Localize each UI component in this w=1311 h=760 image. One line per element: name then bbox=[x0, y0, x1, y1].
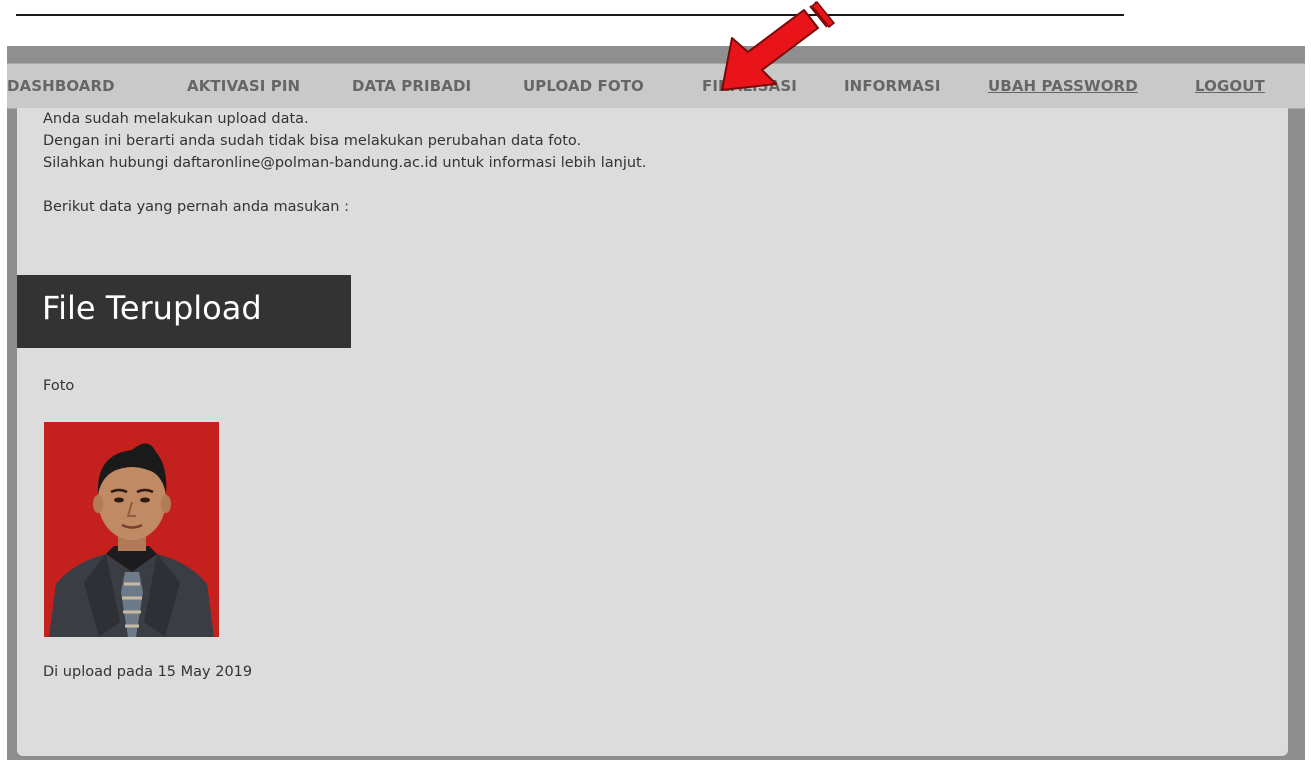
foto-label: Foto bbox=[43, 378, 75, 394]
main-nav: DASHBOARD AKTIVASI PIN DATA PRIBADI UPLO… bbox=[7, 63, 1305, 109]
nav-informasi[interactable]: INFORMASI bbox=[844, 64, 941, 108]
nav-upload-foto[interactable]: UPLOAD FOTO bbox=[523, 64, 644, 108]
nav-dashboard[interactable]: DASHBOARD bbox=[7, 64, 115, 108]
intro-line: Dengan ini berarti anda sudah tidak bisa… bbox=[43, 133, 582, 149]
section-title: File Terupload bbox=[42, 289, 262, 327]
nav-logout[interactable]: LOGOUT bbox=[1195, 64, 1265, 108]
section-header: File Terupload bbox=[17, 275, 351, 348]
nav-data-pribadi[interactable]: DATA PRIBADI bbox=[352, 64, 471, 108]
intro-line: Anda sudah melakukan upload data. bbox=[43, 111, 309, 127]
intro-message: Anda sudah melakukan upload data. Dengan… bbox=[43, 108, 646, 218]
app-frame: DASHBOARD AKTIVASI PIN DATA PRIBADI UPLO… bbox=[7, 46, 1305, 760]
upload-date: Di upload pada 15 May 2019 bbox=[43, 664, 253, 680]
uploaded-photo bbox=[44, 422, 219, 637]
intro-line: Berikut data yang pernah anda masukan : bbox=[43, 199, 349, 215]
frame-top-bar bbox=[7, 46, 1305, 63]
intro-line: Silahkan hubungi daftaronline@polman-ban… bbox=[43, 155, 647, 171]
content-panel: Anda sudah melakukan upload data. Dengan… bbox=[17, 108, 1288, 756]
nav-ubah-password[interactable]: UBAH PASSWORD bbox=[988, 64, 1138, 108]
nav-aktivasi-pin[interactable]: AKTIVASI PIN bbox=[187, 64, 300, 108]
red-arrow-icon bbox=[721, 0, 836, 91]
top-divider bbox=[16, 14, 1124, 16]
